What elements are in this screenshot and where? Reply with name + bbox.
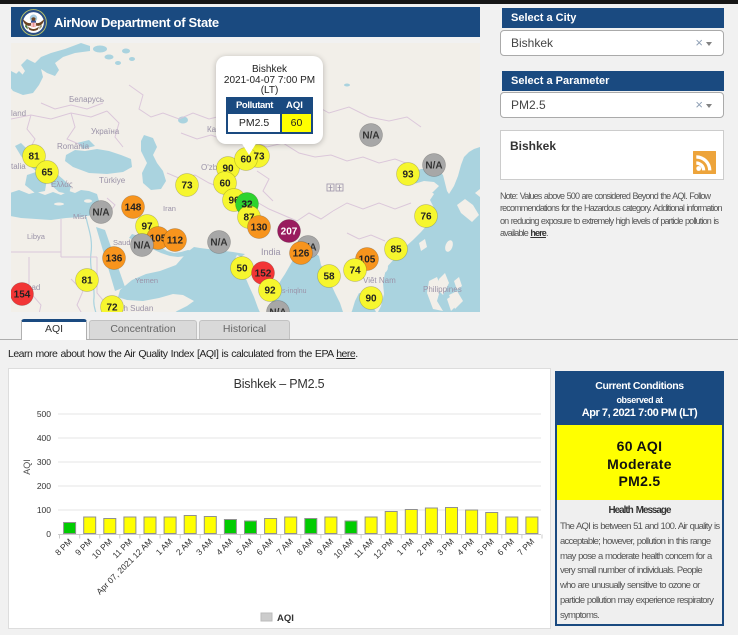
svg-text:Türkiye: Türkiye	[99, 176, 126, 185]
svg-text:58: 58	[323, 272, 335, 283]
svg-text:32: 32	[241, 200, 253, 211]
svg-text:4 AM: 4 AM	[214, 536, 235, 557]
svg-text:81: 81	[81, 276, 93, 287]
svg-text:93: 93	[402, 170, 414, 181]
svg-text:5 AM: 5 AM	[234, 536, 255, 557]
svg-text:74: 74	[349, 266, 361, 277]
svg-text:3 AM: 3 AM	[194, 536, 215, 557]
svg-text:73: 73	[181, 181, 193, 192]
svg-text:Беларусь: Беларусь	[69, 95, 104, 104]
svg-text:Philippines: Philippines	[423, 285, 462, 294]
svg-text:154: 154	[14, 290, 31, 301]
svg-text:2 PM: 2 PM	[415, 536, 436, 557]
svg-text:Viêt Nam: Viêt Nam	[363, 276, 396, 285]
svg-text:10 AM: 10 AM	[331, 536, 355, 560]
svg-text:1 PM: 1 PM	[395, 536, 416, 557]
svg-text:1 AM: 1 AM	[154, 536, 175, 557]
svg-text:8 AM: 8 AM	[294, 536, 315, 557]
svg-text:11 AM: 11 AM	[352, 536, 376, 560]
svg-text:400: 400	[37, 433, 51, 443]
svg-text:60: 60	[240, 155, 252, 166]
svg-text:Україна: Україна	[91, 127, 120, 136]
svg-text:130: 130	[251, 223, 268, 234]
svg-text:300: 300	[37, 457, 51, 467]
svg-text:N/A: N/A	[425, 161, 442, 172]
svg-text:N/A: N/A	[210, 238, 227, 249]
svg-text:Bishkek – PM2.5: Bishkek – PM2.5	[234, 377, 325, 391]
svg-text:10 PM: 10 PM	[90, 536, 114, 560]
svg-text:Romānia: Romānia	[57, 142, 90, 151]
svg-text:112: 112	[167, 236, 184, 247]
svg-text:90: 90	[365, 294, 377, 305]
svg-text:100: 100	[37, 505, 51, 515]
svg-text:12 PM: 12 PM	[371, 536, 395, 560]
svg-text:81: 81	[28, 152, 40, 163]
svg-text:207: 207	[281, 227, 298, 238]
svg-text:7 AM: 7 AM	[274, 536, 295, 557]
svg-text:Misr: Misr	[73, 212, 88, 221]
svg-text:talia: talia	[11, 162, 26, 171]
svg-text:500: 500	[37, 409, 51, 419]
svg-text:200: 200	[37, 481, 51, 491]
svg-text:85: 85	[390, 245, 402, 256]
svg-text:2 AM: 2 AM	[174, 536, 195, 557]
svg-text:N/A: N/A	[269, 308, 286, 313]
svg-text:92: 92	[264, 286, 276, 297]
svg-text:0: 0	[46, 529, 51, 539]
svg-text:8 PM: 8 PM	[53, 536, 74, 557]
svg-text:72: 72	[106, 303, 118, 313]
svg-text:7 PM: 7 PM	[515, 536, 536, 557]
svg-text:Yemen: Yemen	[135, 276, 158, 285]
svg-text:4 PM: 4 PM	[455, 536, 476, 557]
svg-text:65: 65	[41, 168, 53, 179]
svg-text:76: 76	[420, 212, 432, 223]
svg-text:India: India	[261, 247, 281, 257]
svg-text:Saudi: Saudi	[113, 238, 133, 247]
svg-text:N/A: N/A	[133, 241, 150, 252]
svg-text:Iran: Iran	[163, 204, 176, 213]
svg-text:50: 50	[236, 264, 248, 275]
svg-text:60: 60	[219, 179, 231, 190]
svg-text:136: 136	[106, 254, 123, 265]
svg-text:6 PM: 6 PM	[495, 536, 516, 557]
svg-text:N/A: N/A	[362, 131, 379, 142]
svg-text:148: 148	[125, 203, 142, 214]
svg-text:land: land	[11, 109, 26, 118]
svg-text:6 AM: 6 AM	[254, 536, 275, 557]
svg-text:5 PM: 5 PM	[475, 536, 496, 557]
svg-text:152: 152	[255, 269, 272, 280]
svg-text:N/A: N/A	[92, 208, 109, 219]
svg-text:Libya: Libya	[27, 232, 46, 241]
svg-text:3 PM: 3 PM	[435, 536, 456, 557]
svg-text:AQI: AQI	[22, 459, 32, 475]
svg-text:AQI: AQI	[277, 613, 294, 624]
svg-text:126: 126	[293, 249, 310, 260]
